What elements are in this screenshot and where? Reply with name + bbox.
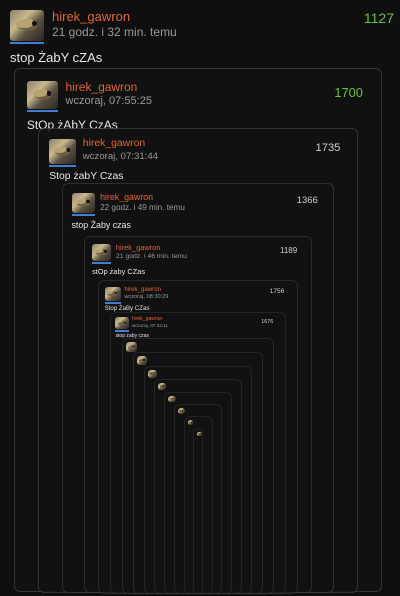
vote-count[interactable]: 1700 (334, 85, 363, 100)
avatar (137, 356, 148, 366)
avatar[interactable] (115, 317, 129, 330)
avatar[interactable] (104, 286, 121, 301)
vote-count[interactable]: 1366 (297, 195, 318, 206)
avatar-underline (10, 41, 44, 44)
avatar (126, 342, 138, 353)
avatar-underline (71, 214, 95, 217)
author-name[interactable]: hirek_gawron (116, 243, 160, 252)
avatar[interactable] (10, 10, 44, 41)
vote-count[interactable]: 1676 (261, 319, 273, 325)
avatar-underline (91, 262, 112, 265)
author-name[interactable]: hirek_gawron (52, 9, 130, 24)
avatar[interactable] (26, 80, 59, 110)
avatar (158, 382, 167, 391)
post-time: wczoraj, 07:55:25 (65, 94, 152, 107)
author-name[interactable]: hirek_gawron (66, 80, 138, 94)
vote-count[interactable]: 1189 (280, 246, 297, 255)
author-name[interactable]: hirek_gawron (124, 286, 161, 293)
avatar[interactable] (71, 192, 95, 214)
vote-count[interactable]: 1735 (316, 142, 341, 154)
avatar-underline (26, 110, 59, 113)
avatar (168, 395, 176, 403)
vote-count[interactable]: 1756 (270, 288, 285, 295)
avatar-underline (104, 301, 121, 304)
vote-count[interactable]: 1127 (364, 10, 394, 26)
quoted-comment (192, 427, 204, 594)
post-time: wczoraj, 07:31:44 (82, 151, 158, 163)
avatar[interactable] (91, 243, 112, 262)
post-time: 21 godz. i 32 min. temu (52, 25, 177, 39)
avatar (178, 408, 185, 414)
avatar (147, 369, 157, 378)
post-body: stop Żaby czas (71, 219, 131, 230)
author-name[interactable]: hirek_gawron (100, 192, 153, 202)
post-time: 22 godz. i 49 min. temu (100, 202, 185, 212)
post-time: wczoraj, 07:42:11 (131, 323, 168, 329)
post-body: stOp żaby CZas (91, 266, 146, 276)
author-name[interactable]: hirek_gawron (83, 138, 145, 149)
post-body: stop ŻabY cZAs (10, 50, 103, 65)
avatar[interactable] (49, 139, 77, 164)
post-body: Stop żabY Czas (49, 171, 124, 183)
post-time: 21 godz. i 46 min. temu (115, 252, 187, 260)
author-name[interactable]: hirek_gawron (132, 316, 162, 322)
post-time: wczoraj, 08:30:29 (124, 293, 169, 300)
avatar-underline (49, 164, 77, 167)
